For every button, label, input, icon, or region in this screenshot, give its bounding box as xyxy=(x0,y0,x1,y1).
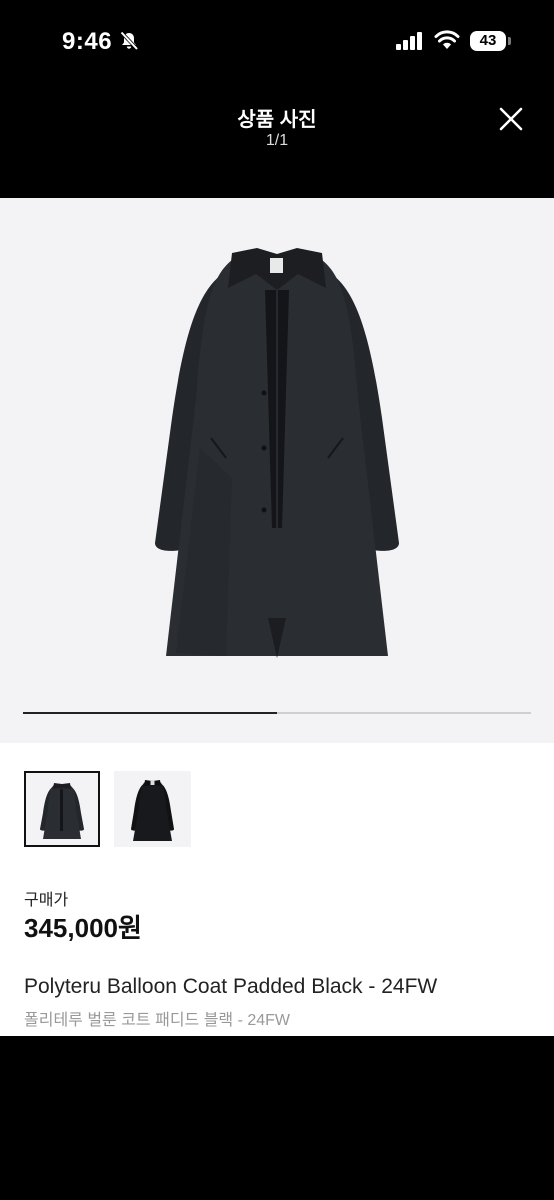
wifi-icon xyxy=(434,30,460,55)
status-bar: 9:46 43 xyxy=(0,0,554,84)
thumbnail-2[interactable] xyxy=(114,771,191,847)
close-button[interactable] xyxy=(494,102,528,136)
thumbnail-coat-detail-image xyxy=(131,780,174,841)
price-label: 구매가 xyxy=(24,892,69,909)
coat-image xyxy=(155,248,399,658)
price-value: 345,000원 xyxy=(24,913,142,943)
close-icon xyxy=(499,107,523,131)
main-photo[interactable] xyxy=(0,198,554,743)
product-panel: 구매가 345,000원 Polyteru Balloon Coat Padde… xyxy=(0,198,554,1036)
thumbnail-coat-image xyxy=(40,783,84,839)
photo-viewer-header: 상품 사진 1/1 xyxy=(0,84,554,198)
battery-tip xyxy=(508,37,511,45)
bell-muted-icon xyxy=(118,30,140,57)
gallery-progress-fill xyxy=(23,712,277,714)
product-name-ko: 폴리테루 벌룬 코트 패디드 블랙 - 24FW xyxy=(24,1012,291,1029)
photo-counter: 1/1 xyxy=(265,132,289,149)
product-name-en: Polyteru Balloon Coat Padded Black - 24F… xyxy=(24,975,438,998)
status-time: 9:46 xyxy=(62,28,113,55)
gallery-progress-track xyxy=(23,712,531,714)
page-title: 상품 사진 xyxy=(237,109,317,131)
battery-icon: 43 xyxy=(470,31,506,51)
thumbnail-1[interactable] xyxy=(24,771,100,847)
cellular-signal-icon xyxy=(396,32,424,55)
